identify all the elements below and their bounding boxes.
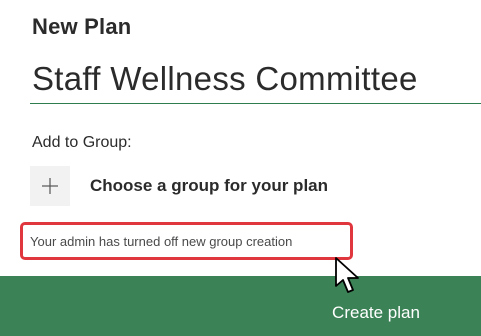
plus-icon [42,178,58,194]
mouse-pointer-icon [335,257,359,293]
new-plan-dialog: New Plan Staff Wellness Committee Add to… [0,0,481,336]
plan-name-input[interactable]: Staff Wellness Committee [30,60,481,104]
dialog-title: New Plan [32,14,132,39]
add-group-button[interactable] [30,166,70,206]
group-creation-warning: Your admin has turned off new group crea… [30,234,293,249]
create-plan-button[interactable]: Create plan [318,296,434,330]
add-to-group-label: Add to Group: [32,134,132,151]
plan-name-value: Staff Wellness Committee [32,60,418,97]
choose-group-link[interactable]: Choose a group for your plan [90,176,328,196]
